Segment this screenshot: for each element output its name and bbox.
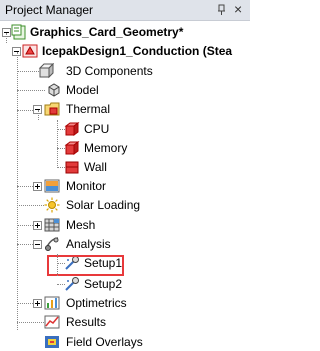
tree-line <box>57 254 58 276</box>
optimetrics-label: Optimetrics <box>66 296 127 310</box>
tree-line <box>57 167 65 168</box>
expand-toggle[interactable] <box>33 299 42 308</box>
monitor-icon <box>44 179 60 193</box>
field-overlays-icon <box>45 336 59 348</box>
thermal-label: Thermal <box>66 102 111 116</box>
results-label: Results <box>66 315 107 329</box>
tree-line <box>17 110 33 111</box>
tree-line <box>17 52 18 330</box>
boundary-block-icon <box>64 122 80 136</box>
optimetrics-icon <box>44 296 60 310</box>
sun-icon <box>44 197 60 213</box>
model-icon <box>48 83 60 97</box>
tree-item-setup2[interactable]: Setup2 <box>0 275 250 293</box>
collapse-toggle[interactable] <box>33 240 42 249</box>
tree-line <box>57 129 65 130</box>
tree-line <box>38 110 39 120</box>
tree-item-monitor[interactable]: Monitor <box>0 177 250 195</box>
project-label: Graphics_Card_Geometry* <box>30 25 184 39</box>
tree-line <box>17 71 39 72</box>
mesh-label: Mesh <box>66 218 96 232</box>
project-icon <box>11 24 26 40</box>
close-icon[interactable]: × <box>234 2 246 16</box>
thermal-folder-icon <box>44 102 60 116</box>
expand-toggle[interactable] <box>33 221 42 230</box>
results-icon <box>44 315 60 329</box>
tree-item-project[interactable]: Graphics_Card_Geometry* <box>0 23 250 41</box>
tree-line <box>17 205 44 206</box>
setup-icon <box>65 277 79 291</box>
components-3d-icon <box>38 63 54 79</box>
tree-item-cpu[interactable]: CPU <box>0 120 250 138</box>
icepak-design-icon <box>22 44 38 58</box>
components-3d-label: 3D Components <box>66 64 153 78</box>
tree-item-wall[interactable]: Wall <box>0 158 250 176</box>
tree-line <box>17 303 33 304</box>
analysis-icon <box>45 237 59 251</box>
expand-toggle[interactable] <box>33 182 42 191</box>
monitor-label: Monitor <box>66 179 107 193</box>
tree-item-optimetrics[interactable]: Optimetrics <box>0 294 250 312</box>
tree-item-analysis[interactable]: Analysis <box>0 235 250 253</box>
tree-item-design[interactable]: IcepakDesign1_Conduction (Stea <box>0 42 250 60</box>
tree-item-setup1[interactable]: Setup1 <box>0 254 250 272</box>
tree-line <box>57 263 65 264</box>
analysis-label: Analysis <box>66 237 111 251</box>
pin-icon[interactable] <box>216 4 228 16</box>
tree-line <box>17 186 33 187</box>
tree-line <box>17 225 33 226</box>
tree-line <box>57 284 65 285</box>
solar-loading-label: Solar Loading <box>66 198 141 212</box>
project-manager-panel: Project Manager × Results Field Overlays… <box>0 0 250 349</box>
tree-line <box>17 322 44 323</box>
panel-titlebar: Project Manager × <box>0 0 250 21</box>
memory-label: Memory <box>84 141 128 155</box>
wall-boundary-icon <box>65 161 79 174</box>
tree-line <box>17 90 45 91</box>
mesh-icon <box>44 218 60 232</box>
tree-line <box>57 148 65 149</box>
cpu-label: CPU <box>84 122 110 136</box>
tree-line <box>6 33 7 43</box>
tree-line <box>17 244 33 245</box>
tree-item-memory[interactable]: Memory <box>0 139 250 157</box>
panel-title: Project Manager <box>5 3 94 17</box>
tree-line <box>57 120 58 168</box>
design-label: IcepakDesign1_Conduction (Stea <box>42 44 233 58</box>
model-label: Model <box>66 83 99 97</box>
field-overlays-label: Field Overlays <box>66 335 143 349</box>
tree-item-mesh[interactable]: Mesh <box>0 216 250 234</box>
wall-label: Wall <box>84 160 107 174</box>
boundary-block-icon <box>64 141 80 155</box>
setup2-label: Setup2 <box>84 277 123 291</box>
tree-item-field-overlays[interactable]: Field Overlays <box>0 333 250 351</box>
selection-highlight <box>47 255 124 276</box>
